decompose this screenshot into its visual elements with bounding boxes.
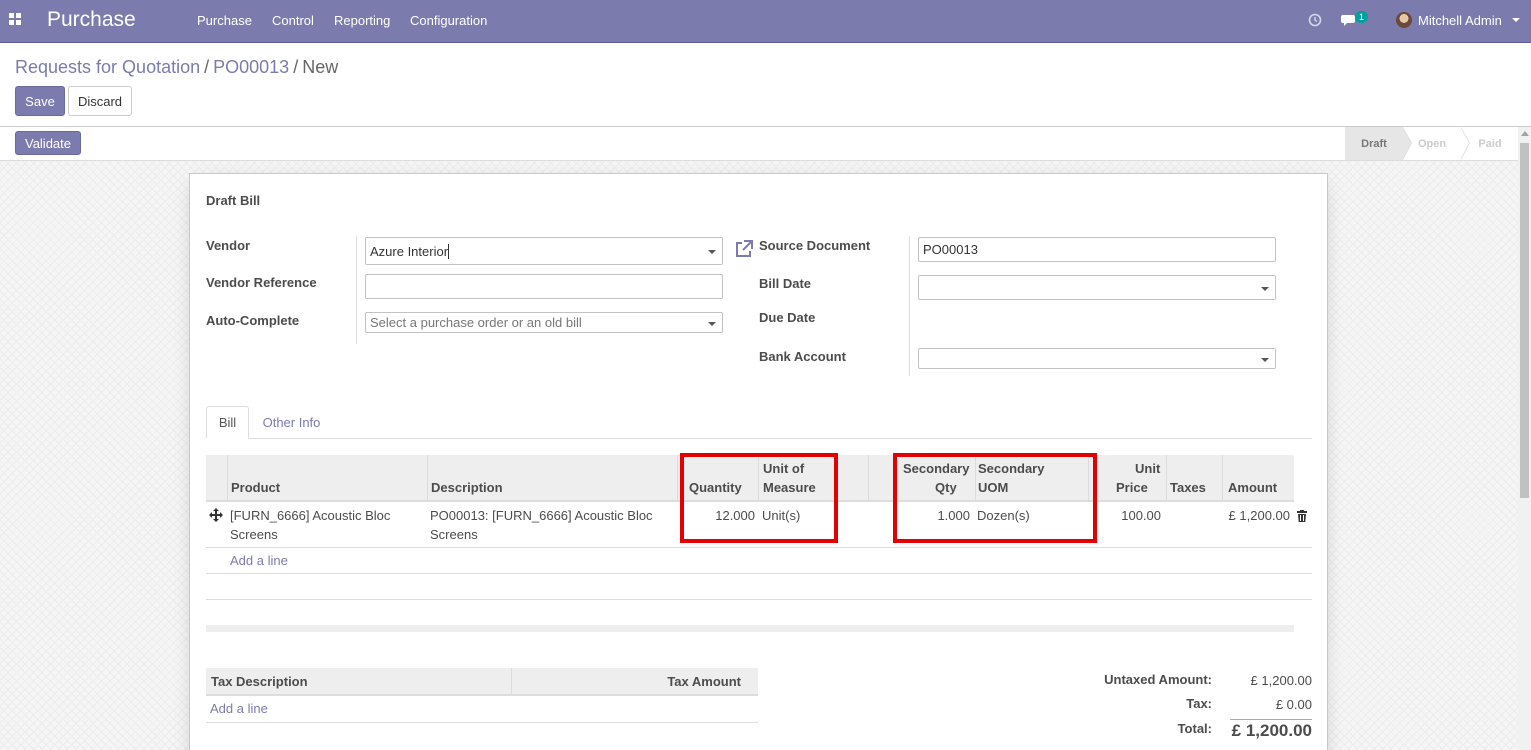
col-description[interactable]: Description	[431, 478, 503, 497]
due-date-label: Due Date	[759, 310, 816, 325]
source-document-label: Source Document	[759, 238, 871, 253]
col-unit-price-line2[interactable]: Price	[1116, 478, 1148, 497]
scrollbar-thumb[interactable]	[1520, 143, 1529, 498]
source-document-input[interactable]: PO00013	[918, 237, 1276, 262]
row-description-line1: PO00013: [FURN_6666] Acoustic Bloc	[430, 508, 653, 523]
save-button[interactable]: Save	[15, 86, 65, 116]
tax-value: £ 0.00	[1275, 697, 1312, 712]
external-link-icon[interactable]	[734, 239, 754, 259]
tab-other-info[interactable]: Other Info	[253, 406, 330, 439]
user-avatar	[1396, 12, 1412, 28]
discard-button[interactable]: Discard	[68, 86, 132, 116]
status-open-label: Open	[1417, 137, 1447, 150]
tab-bill[interactable]: Bill	[206, 406, 249, 439]
vendor-select[interactable]: Azure Interior	[365, 237, 723, 265]
form-title: Draft Bill	[206, 193, 261, 208]
column-separator	[868, 455, 869, 502]
dropdown-caret-icon	[1261, 286, 1269, 291]
form-sheet: Draft Bill Vendor Vendor Reference Auto-…	[189, 173, 1328, 750]
total-label: Total:	[1177, 721, 1212, 736]
bill-date-label: Bill Date	[759, 276, 812, 291]
col-tax-description[interactable]: Tax Description	[211, 672, 308, 691]
divider	[0, 126, 1531, 127]
menu-purchase[interactable]: Purchase	[197, 13, 252, 28]
column-separator	[511, 668, 512, 696]
row-unit-price: 100.00	[1121, 508, 1161, 523]
menu-configuration[interactable]: Configuration	[410, 13, 487, 28]
breadcrumb-current: New	[302, 57, 339, 77]
menu-reporting[interactable]: Reporting	[334, 13, 390, 28]
row-amount: £ 1,200.00	[1228, 508, 1290, 523]
breadcrumb-po[interactable]: PO00013	[213, 57, 289, 77]
breadcrumb-separator: /	[204, 57, 210, 77]
untaxed-amount-value: £ 1,200.00	[1250, 673, 1312, 688]
quantity-highlight	[680, 453, 838, 543]
dropdown-caret-icon	[708, 321, 716, 326]
dropdown-caret-icon	[708, 250, 716, 254]
auto-complete-placeholder: Select a purchase order or an old bill	[370, 315, 582, 330]
column-separator	[677, 455, 678, 502]
tax-label: Tax:	[1186, 696, 1212, 711]
text-cursor	[448, 243, 450, 259]
auto-complete-label: Auto-Complete	[206, 313, 300, 328]
add-tax-line-link[interactable]: Add a line	[210, 701, 268, 716]
total-value: £ 1,200.00	[1231, 721, 1312, 740]
bank-account-select[interactable]	[918, 348, 1276, 369]
auto-complete-select[interactable]: Select a purchase order or an old bill	[365, 312, 723, 333]
breadcrumb-separator: /	[293, 57, 299, 77]
tabs-underline	[206, 438, 1312, 439]
row-divider	[206, 722, 758, 723]
col-taxes[interactable]: Taxes	[1170, 478, 1206, 497]
vendor-value: Azure Interior	[370, 243, 449, 259]
vendor-reference-input[interactable]	[365, 274, 723, 299]
trash-icon[interactable]	[1297, 510, 1307, 522]
row-divider	[206, 599, 1312, 600]
breadcrumb-rfq[interactable]: Requests for Quotation	[15, 57, 200, 77]
column-separator	[1166, 455, 1167, 502]
scroll-up-icon[interactable]	[1521, 131, 1529, 136]
column-separator	[427, 455, 428, 502]
dropdown-caret-icon	[1261, 357, 1269, 362]
row-product-line2: Screens	[230, 527, 278, 542]
group-separator	[356, 236, 357, 344]
row-product-line1: [FURN_6666] Acoustic Bloc	[230, 508, 391, 523]
drag-handle-icon[interactable]	[209, 508, 223, 522]
menu-control[interactable]: Control	[272, 13, 314, 28]
column-separator	[227, 455, 228, 502]
status-paid-label: Paid	[1478, 137, 1502, 150]
apps-menu-icon[interactable]	[9, 13, 22, 26]
untaxed-amount-label: Untaxed Amount:	[1104, 672, 1212, 687]
row-description-line2: Screens	[430, 527, 478, 542]
app-brand[interactable]: Purchase	[47, 8, 136, 32]
column-separator	[1222, 455, 1223, 502]
top-navbar: Purchase Purchase Control Reporting Conf…	[0, 0, 1531, 43]
status-bar: Draft Open Paid	[1345, 127, 1519, 160]
status-draft-label: Draft	[1361, 137, 1387, 150]
activity-clock-icon[interactable]	[1308, 13, 1322, 27]
user-name: Mitchell Admin	[1418, 12, 1502, 28]
vendor-reference-label: Vendor Reference	[206, 275, 317, 290]
group-separator	[909, 236, 910, 376]
col-amount[interactable]: Amount	[1228, 478, 1277, 497]
secondary-highlight	[893, 453, 1097, 543]
vendor-label: Vendor	[206, 238, 251, 253]
add-line-link[interactable]: Add a line	[230, 553, 288, 568]
total-divider	[1230, 719, 1312, 720]
chevron-down-icon	[1511, 18, 1520, 22]
breadcrumb: Requests for Quotation / PO00013/New	[15, 57, 338, 78]
status-draft: Draft	[1345, 127, 1412, 160]
validate-button[interactable]: Validate	[15, 131, 81, 155]
row-divider	[206, 573, 1312, 574]
col-unit-price-line1[interactable]: Unit	[1135, 459, 1160, 478]
vertical-scrollbar[interactable]	[1518, 127, 1531, 750]
col-product[interactable]: Product	[231, 478, 280, 497]
message-count-badge: 1	[1355, 11, 1369, 23]
col-tax-amount[interactable]: Tax Amount	[520, 672, 741, 691]
bank-account-label: Bank Account	[759, 349, 846, 364]
user-menu[interactable]: Mitchell Admin	[1396, 12, 1520, 28]
bill-date-input[interactable]	[918, 275, 1276, 300]
table-footer	[206, 625, 1294, 632]
